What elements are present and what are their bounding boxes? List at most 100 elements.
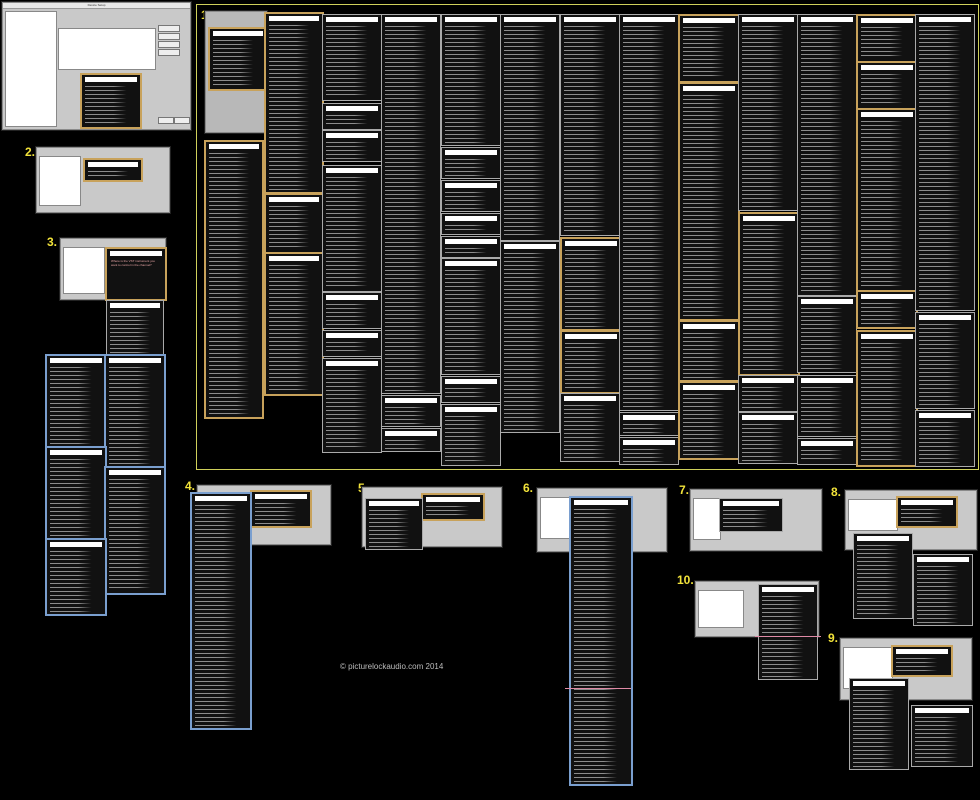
step5-dialog [362, 487, 502, 550]
menu-column-9d[interactable] [678, 381, 740, 460]
menu-column-4[interactable] [381, 14, 441, 394]
menu-column-8c[interactable] [619, 437, 679, 465]
menu-column-1[interactable] [204, 140, 264, 419]
menu-column-10[interactable] [738, 14, 798, 211]
callout-text: Where is the VST instrument you want to … [111, 259, 155, 267]
step10-highlight [755, 636, 821, 637]
ok-button[interactable] [158, 117, 174, 124]
menu-column-7d[interactable] [560, 393, 620, 462]
dialog-title: Device Setup [3, 3, 190, 9]
vst-instruments-popup[interactable] [80, 73, 142, 129]
step-label-9: 9. [828, 631, 839, 645]
menu-column-4b[interactable] [381, 395, 441, 427]
step6-highlight [565, 688, 631, 689]
step10-menu[interactable] [758, 584, 818, 680]
menu-column-2c[interactable] [264, 252, 324, 396]
menu-column-9[interactable] [678, 14, 740, 83]
menu-column-5g[interactable] [441, 376, 501, 403]
help-button[interactable] [158, 49, 180, 56]
menu-column-5c[interactable] [441, 180, 501, 212]
menu-column-3d[interactable] [322, 165, 382, 292]
menu-column-10b[interactable] [738, 212, 800, 376]
menu-column-5[interactable] [441, 14, 501, 146]
menu-column-11b[interactable] [797, 296, 857, 373]
menu-column-11d[interactable] [797, 438, 857, 465]
step3-menu-d[interactable] [45, 446, 107, 540]
menu-column-3b[interactable] [322, 103, 382, 130]
step2-popup[interactable] [83, 158, 143, 182]
step-label-10: 10. [677, 573, 694, 587]
menu-column-2b[interactable] [264, 193, 324, 254]
cancel-button[interactable] [174, 117, 190, 124]
menu-column-2[interactable] [264, 12, 324, 194]
menu-column-3f[interactable] [322, 330, 382, 357]
menu-column-7[interactable] [560, 14, 620, 236]
menu-column-12[interactable] [856, 14, 918, 63]
menu-column-5d[interactable] [441, 213, 501, 235]
add-button[interactable] [158, 25, 180, 32]
step3-menu-b[interactable] [45, 354, 107, 448]
step5-popup[interactable] [421, 493, 485, 521]
step5-menu[interactable] [365, 498, 423, 550]
step3-menu-e[interactable] [104, 466, 166, 595]
step3-menu-a[interactable] [106, 300, 164, 357]
step8-popup[interactable] [896, 496, 958, 528]
menu-column-9b[interactable] [678, 82, 740, 321]
step-label-7: 7. [679, 483, 690, 497]
step1-dialog [205, 11, 268, 133]
menu-column-10c[interactable] [738, 375, 798, 412]
menu-column-3[interactable] [322, 14, 382, 101]
apply-button[interactable] [158, 41, 180, 48]
menu-column-6[interactable] [500, 14, 560, 241]
step1-popup[interactable] [208, 27, 268, 91]
menu-column-5h[interactable] [441, 404, 501, 466]
menu-column-11c[interactable] [797, 375, 857, 437]
step4-menu[interactable] [190, 492, 252, 730]
device-setup-dialog: Device Setup [2, 2, 191, 130]
step8-menu-b[interactable] [913, 554, 973, 626]
menu-column-9c[interactable] [678, 320, 740, 382]
menu-column-8b[interactable] [619, 412, 679, 436]
step9-menu-a[interactable] [849, 678, 909, 770]
menu-column-12e[interactable] [856, 330, 918, 467]
menu-column-5e[interactable] [441, 236, 501, 258]
step-label-4: 4. [185, 479, 196, 493]
step4-popup[interactable] [250, 490, 312, 528]
menu-column-4c[interactable] [381, 428, 441, 452]
step3-menu-f[interactable] [45, 538, 107, 616]
reset-button[interactable] [158, 33, 180, 40]
step3-dialog: Where is the VST instrument you want to … [60, 238, 167, 301]
menu-column-3c[interactable] [322, 130, 382, 162]
step9-menu-b[interactable] [911, 705, 973, 767]
menu-column-13c[interactable] [915, 410, 975, 467]
menu-column-5b[interactable] [441, 147, 501, 179]
step9-popup[interactable] [891, 645, 953, 677]
menu-column-7c[interactable] [560, 330, 622, 394]
menu-column-5f[interactable] [441, 258, 501, 375]
step-label-3: 3. [47, 235, 58, 249]
step-label-8: 8. [831, 485, 842, 499]
menu-column-7b[interactable] [560, 237, 622, 331]
menu-column-6b[interactable] [500, 241, 560, 433]
menu-column-12d[interactable] [856, 290, 918, 329]
step7-dialog [690, 489, 822, 551]
menu-column-3e[interactable] [322, 292, 382, 329]
step7-popup[interactable] [719, 498, 783, 532]
device-tree[interactable] [5, 11, 57, 127]
step3-menu-c[interactable] [104, 354, 166, 468]
menu-column-13b[interactable] [915, 312, 975, 409]
menu-column-3g[interactable] [322, 358, 382, 453]
step8-menu-a[interactable] [853, 533, 913, 619]
step-label-6: 6. [523, 481, 534, 495]
copyright-caption: © picturelockaudio.com 2014 [340, 662, 444, 671]
menu-column-13[interactable] [915, 14, 975, 311]
menu-column-12c[interactable] [856, 108, 918, 292]
device-list[interactable] [58, 28, 156, 70]
step2-dialog [36, 147, 170, 213]
step6-menu[interactable] [569, 496, 633, 786]
step3-callout: Where is the VST instrument you want to … [105, 247, 167, 301]
menu-column-11[interactable] [797, 14, 857, 296]
menu-column-12b[interactable] [856, 61, 918, 110]
menu-column-10d[interactable] [738, 412, 798, 464]
menu-column-8[interactable] [619, 14, 679, 411]
